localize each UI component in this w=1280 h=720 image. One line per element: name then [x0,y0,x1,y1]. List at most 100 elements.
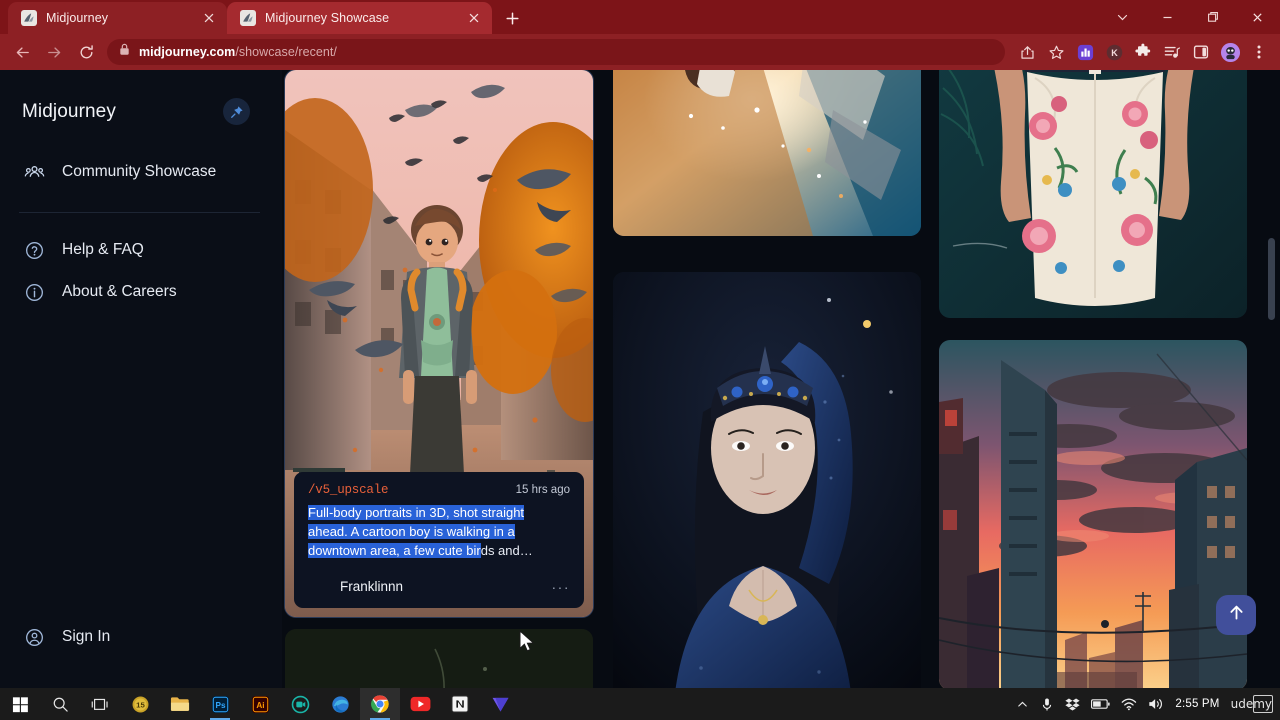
photoshop-icon[interactable]: Ps [200,688,240,720]
puzzle-extensions-icon[interactable] [1129,38,1157,66]
avatar-icon[interactable] [1216,38,1244,66]
showcase-card-c2-2[interactable] [613,272,921,688]
svg-text:15: 15 [136,700,145,709]
task-view-icon[interactable] [80,688,120,720]
browser-toolbar: midjourney.com/showcase/recent/ K [0,34,1280,70]
sidebar-item-help-faq[interactable]: Help & FAQ [0,229,282,271]
tab-close-icon[interactable] [201,10,217,26]
user-circle-icon [22,625,46,649]
avatar[interactable] [308,576,329,597]
notion-icon[interactable] [440,688,480,720]
camtasia-icon[interactable] [280,688,320,720]
dropbox-icon[interactable] [1065,697,1080,712]
pin-icon[interactable] [223,98,250,125]
info-circle-icon [22,280,46,304]
share-icon[interactable] [1013,38,1041,66]
tab-title: Midjourney [46,11,109,25]
microphone-icon[interactable] [1040,697,1054,712]
tab-strip: Midjourney Midjourney Showcase [0,0,1280,34]
file-explorer-icon[interactable] [160,688,200,720]
sidebar-item-label: Community Showcase [62,163,217,180]
youtube-icon[interactable] [400,688,440,720]
page-scrollbar[interactable] [1268,70,1277,688]
grid-column-3 [939,70,1247,688]
profile-k-icon[interactable]: K [1100,38,1128,66]
bookmark-star-icon[interactable] [1042,38,1070,66]
scroll-to-top-button[interactable] [1216,595,1256,635]
search-icon[interactable] [40,688,80,720]
extension-purple-icon[interactable] [1071,38,1099,66]
tab-midjourney-showcase[interactable]: Midjourney Showcase [227,2,492,34]
window-controls [1100,0,1280,34]
showcase-card-c3-2[interactable] [939,340,1247,688]
sign-in-label: Sign In [62,628,111,645]
sidebar-header: Midjourney [0,70,282,125]
artwork-floral-pants [939,70,1247,318]
more-menu-icon[interactable] [1245,38,1273,66]
chrome-icon[interactable] [360,688,400,720]
close-icon[interactable] [1235,0,1280,34]
midjourney-favicon [240,10,256,26]
system-tray: 2:55 PM udemy [1016,695,1280,713]
sidebar-divider [19,212,260,213]
15-badge-icon[interactable]: 15 [120,688,160,720]
sign-in-button[interactable]: Sign In [0,616,282,658]
svg-text:Ps: Ps [215,701,225,710]
sidebar-nav: Community Showcase Help & FAQ About & Ca… [0,151,282,313]
forward-arrow-icon[interactable] [39,37,69,67]
address-bar-text: midjourney.com/showcase/recent/ [139,45,337,59]
sidebar: Midjourney Community Showcase Help & FAQ… [0,70,282,688]
sidebar-item-community-showcase[interactable]: Community Showcase [0,151,282,193]
card-info-overlay: /v5_upscale 15 hrs ago Full-body portrai… [294,472,584,608]
prompt-text[interactable]: Full-body portraits in 3D, shot straight… [308,503,560,560]
tab-title: Midjourney Showcase [265,11,390,25]
side-panel-icon[interactable] [1187,38,1215,66]
arrow-up-icon [1227,603,1246,627]
midjourney-favicon [21,10,37,26]
card-more-button[interactable]: ··· [552,580,571,594]
battery-icon[interactable] [1091,698,1110,710]
showcase-card-c3-1[interactable] [939,70,1247,318]
illustrator-icon[interactable]: Ai [240,688,280,720]
showcase-card-featured[interactable]: /v5_upscale 15 hrs ago Full-body portrai… [284,70,594,618]
chevron-down-icon[interactable] [1100,0,1145,34]
wifi-icon[interactable] [1121,698,1137,711]
edge-icon[interactable] [320,688,360,720]
volume-icon[interactable] [1148,697,1164,711]
toolbar-actions: K [1013,38,1273,66]
artwork-dark-scene [285,629,593,688]
back-arrow-icon[interactable] [7,37,37,67]
showcase-card-c1-2[interactable] [285,629,593,688]
author-name: Franklinnn [340,579,404,594]
udemy-overlay-text: udemy [1230,695,1273,713]
artwork-sneakers-space [613,70,921,236]
tab-close-icon[interactable] [466,10,482,26]
browser-window: Midjourney Midjourney Showcase midjourne… [0,0,1280,688]
url-path: /showcase/recent/ [235,45,337,59]
mouse-cursor [519,629,536,658]
card-author-row: Franklinnn ··· [308,576,570,597]
question-circle-icon [22,238,46,262]
taskbar-apps: 15 Ps Ai [0,688,520,720]
tab-midjourney[interactable]: Midjourney [8,2,227,34]
sidebar-footer: Sign In [0,616,282,658]
reload-icon[interactable] [71,37,101,67]
taskbar-clock[interactable]: 2:55 PM [1175,698,1219,710]
vector-app-icon[interactable] [480,688,520,720]
sidebar-item-about-careers[interactable]: About & Careers [0,271,282,313]
grid-column-1: /v5_upscale 15 hrs ago Full-body portrai… [284,70,594,688]
media-list-icon[interactable] [1158,38,1186,66]
chevron-up-icon[interactable] [1016,698,1029,711]
showcase-card-c2-1[interactable] [613,70,921,236]
timestamp-label: 15 hrs ago [515,484,570,496]
start-windows-icon[interactable] [0,688,40,720]
svg-text:Ai: Ai [256,701,264,710]
scrollbar-thumb[interactable] [1268,238,1275,320]
new-tab-button[interactable] [498,4,526,32]
sidebar-item-label: About & Careers [62,283,177,300]
restore-icon[interactable] [1190,0,1235,34]
minimize-icon[interactable] [1145,0,1190,34]
svg-text:K: K [1111,47,1118,57]
address-bar[interactable]: midjourney.com/showcase/recent/ [107,39,1005,65]
people-group-icon [22,160,46,184]
